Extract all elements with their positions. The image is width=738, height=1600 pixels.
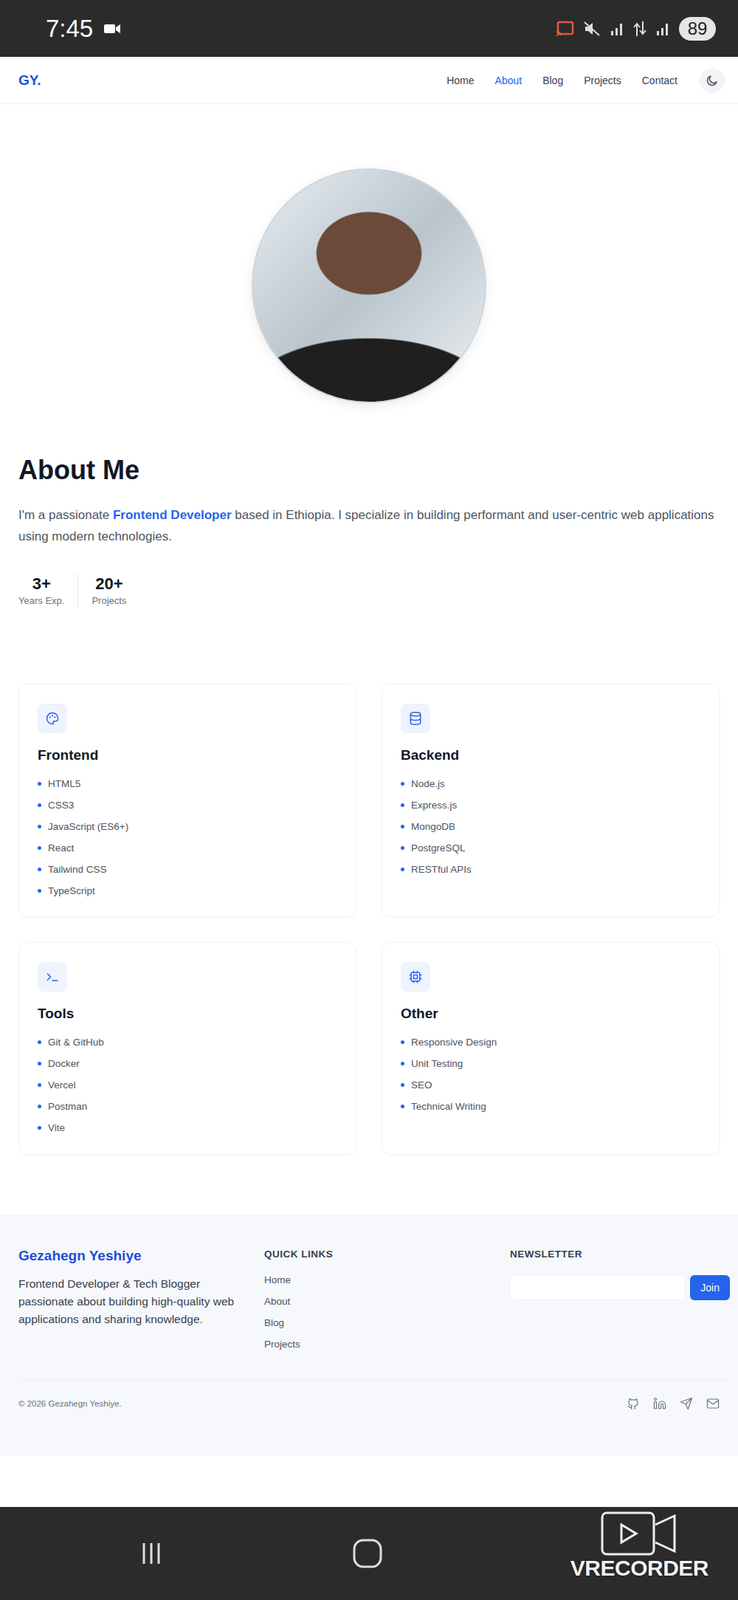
skill-card-title: Other (400, 1004, 701, 1023)
linkedin-icon[interactable] (653, 1396, 667, 1410)
footer-link[interactable]: About (264, 1290, 499, 1312)
site-header: GY. Home About Blog Projects Contact (0, 56, 738, 105)
nav-link[interactable]: Contact (642, 74, 678, 87)
video-camera-icon (103, 22, 122, 36)
skill-card: Tools Git & GitHubDockerVercelPostmanVite (18, 941, 357, 1155)
footer-brand: Gezahegn Yeshiye (18, 1246, 253, 1265)
skill-card: FrontendHTML5CSS3JavaScript (ES6+)ReactT… (18, 683, 357, 917)
skill-item: JavaScript (ES6+) (37, 815, 338, 837)
skill-card: Backend Node.jsExpress.jsMongoDBPostgreSQ… (381, 683, 720, 917)
skill-item: Express.js (400, 794, 701, 816)
skill-item: TypeScript (37, 879, 338, 902)
system-navigation-bar: VRECORDER (0, 1506, 738, 1600)
moon-icon (705, 73, 719, 88)
skill-item: MongoDB (400, 815, 701, 837)
nav-link[interactable]: About (495, 74, 523, 87)
recent-apps-icon[interactable] (136, 1537, 167, 1568)
palette-icon (45, 710, 60, 726)
skill-item: Vercel (37, 1073, 338, 1096)
about-intro: I'm a passionate Frontend Developer base… (18, 504, 720, 547)
logo[interactable]: GY. (18, 72, 42, 89)
video-recorder-icon (600, 1510, 678, 1555)
skill-card-title: Frontend (37, 746, 338, 764)
about-title: About Me (18, 453, 720, 487)
skill-card-title: Backend (400, 746, 701, 764)
newsletter-input[interactable] (509, 1274, 685, 1300)
stat: 3+Years Exp. (18, 573, 78, 608)
send-icon[interactable] (679, 1396, 693, 1410)
nav-link[interactable]: Home (446, 74, 474, 87)
recorder-watermark: VRECORDER (570, 1510, 709, 1581)
phone-screen: 7:4589GY.HomeAboutBlogProjectsContactAbo… (0, 0, 738, 1600)
about-section: About Me I'm a passionate Frontend Develo… (0, 104, 738, 1155)
copyright: © 2026 Gezahegn Yeshiye. (18, 1398, 122, 1408)
skill-card-title: Tools (37, 1004, 338, 1023)
skill-item: Node.js (400, 772, 701, 795)
cast-icon (554, 20, 575, 37)
github-icon[interactable] (626, 1396, 640, 1410)
home-icon[interactable] (351, 1536, 384, 1569)
skill-card: Other Responsive DesignUnit TestingSEOTec… (381, 941, 720, 1155)
database-icon (408, 710, 423, 726)
skill-item: Technical Writing (400, 1095, 701, 1117)
skill-item: Unit Testing (400, 1052, 701, 1074)
site-footer: Gezahegn Yeshiye Frontend Developer & Tec… (0, 1214, 738, 1455)
skill-item: RESTful APIs (400, 858, 701, 880)
data-arrows-icon (633, 19, 647, 38)
nav-menu: Home About Blog Projects Contact (446, 67, 725, 93)
skill-item: Git & GitHub (37, 1030, 338, 1053)
quick-links-title: QUICK LINKS (264, 1246, 499, 1262)
footer-link[interactable]: Home (264, 1268, 499, 1291)
status-bar: 7:45 89 (0, 0, 738, 57)
skill-item: HTML5 (37, 772, 338, 795)
signal-icon (609, 20, 625, 37)
newsletter-title: NEWSLETTER (509, 1246, 730, 1262)
skill-item: Docker (37, 1052, 338, 1074)
skill-item: PostgreSQL (400, 836, 701, 859)
cpu-icon (408, 968, 423, 984)
skills-grid: FrontendHTML5CSS3JavaScript (ES6+)ReactT… (18, 683, 720, 1155)
footer-description: Frontend Developer & Tech Blogger passio… (18, 1274, 240, 1328)
join-button[interactable]: Join (690, 1274, 730, 1300)
skill-item: SEO (400, 1073, 701, 1096)
nav-link[interactable]: Projects (583, 74, 622, 87)
profile-photo (251, 168, 487, 403)
stat: 20+Projects (77, 573, 140, 608)
battery-level: 89 (678, 16, 716, 41)
skill-item: CSS3 (37, 794, 338, 816)
footer-link[interactable]: Projects (264, 1332, 499, 1355)
mute-icon (583, 20, 601, 37)
skill-item: Responsive Design (400, 1030, 701, 1053)
skill-item: React (37, 836, 338, 859)
terminal-icon (45, 968, 60, 984)
skill-item: Postman (37, 1095, 338, 1117)
footer-link[interactable]: Blog (264, 1311, 499, 1333)
nav-link[interactable]: Blog (542, 74, 564, 87)
mail-icon[interactable] (706, 1396, 720, 1410)
skill-item: Tailwind CSS (37, 858, 338, 880)
signal-icon (655, 20, 671, 37)
stats: 3+Years Exp.20+Projects (18, 573, 720, 608)
skill-item: Vite (37, 1116, 338, 1138)
status-time: 7:45 (45, 14, 93, 43)
theme-toggle-button[interactable] (699, 67, 725, 93)
